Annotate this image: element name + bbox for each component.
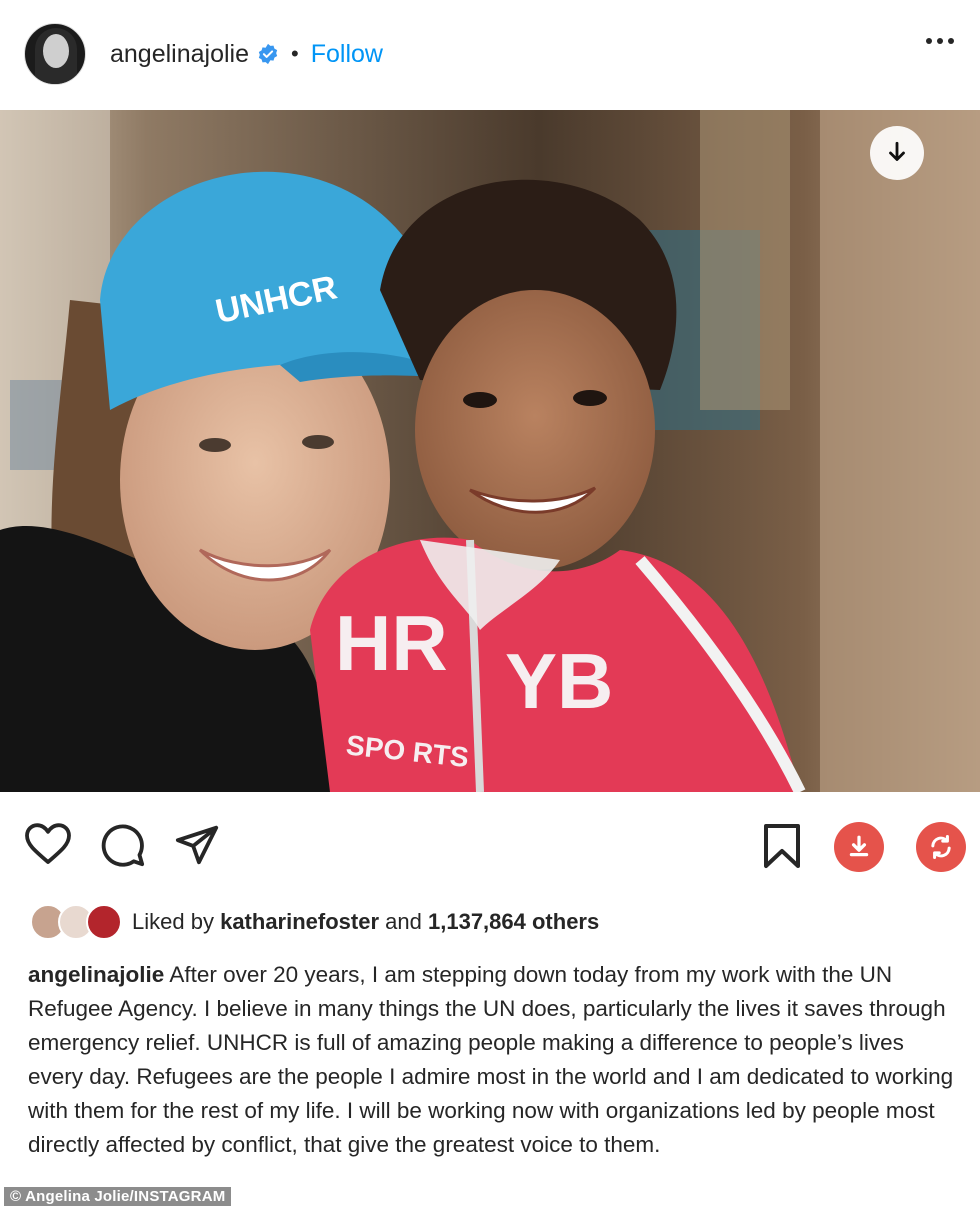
post-header: angelinajolie • Follow xyxy=(0,0,980,108)
more-options-icon[interactable] xyxy=(926,38,954,44)
caption-username[interactable]: angelinajolie xyxy=(28,962,164,987)
username-link[interactable]: angelinajolie xyxy=(110,40,249,69)
heart-icon[interactable] xyxy=(24,822,72,866)
bookmark-icon[interactable] xyxy=(762,822,802,870)
caption-text: After over 20 years, I am stepping down … xyxy=(28,962,954,1157)
repost-icon[interactable] xyxy=(916,822,966,872)
share-icon[interactable] xyxy=(174,822,220,868)
liker-avatars xyxy=(30,904,122,940)
liked-by-user[interactable]: katharinefoster xyxy=(220,909,379,935)
photo-credit: © Angelina Jolie/INSTAGRAM xyxy=(4,1187,232,1206)
download-icon[interactable] xyxy=(870,126,924,180)
post-caption: angelinajolie After over 20 years, I am … xyxy=(28,958,958,1162)
shirt-text-left: HR xyxy=(335,599,448,687)
likes-count[interactable]: 1,137,864 others xyxy=(428,909,599,935)
separator-dot: • xyxy=(291,41,299,66)
likes-summary[interactable]: Liked by katharinefoster and 1,137,864 o… xyxy=(30,902,599,942)
liked-by-label: Liked by xyxy=(132,909,214,934)
liked-and-label: and xyxy=(385,909,422,934)
comment-icon[interactable] xyxy=(100,822,146,868)
save-download-icon[interactable] xyxy=(834,822,884,872)
verified-badge-icon xyxy=(258,43,278,65)
post-image[interactable]: UNHCR HR YB SPO RTS xyxy=(0,110,980,792)
post-action-bar xyxy=(0,808,980,888)
avatar xyxy=(86,904,122,940)
follow-button[interactable]: Follow xyxy=(311,40,383,69)
shirt-text-right: YB xyxy=(505,637,613,725)
profile-avatar[interactable] xyxy=(24,23,86,85)
